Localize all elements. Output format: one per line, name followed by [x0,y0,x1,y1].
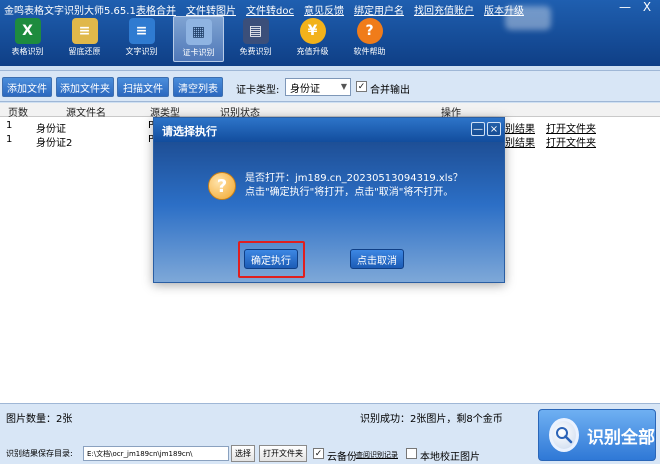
dialog-minimize-button[interactable]: — [471,122,485,136]
cancel-button[interactable]: 点击取消 [350,249,404,269]
select-action-dialog: 请选择执行 — × ? 是否打开：jm189.cn_20230513094319… [153,117,505,283]
dialog-title: 请选择执行 [162,125,217,138]
dialog-message-line2: 点击"确定执行"将打开，点击"取消"将不打开。 [245,187,454,198]
confirm-execute-button[interactable]: 确定执行 [244,249,298,269]
question-icon: ? [208,172,236,200]
dialog-message-line1: 是否打开：jm189.cn_20230513094319.xls？ [245,173,463,184]
dialog-body: ? 是否打开：jm189.cn_20230513094319.xls？ 点击"确… [154,142,504,282]
dialog-close-button[interactable]: × [487,122,501,136]
dialog-titlebar: 请选择执行 — × [154,118,504,142]
